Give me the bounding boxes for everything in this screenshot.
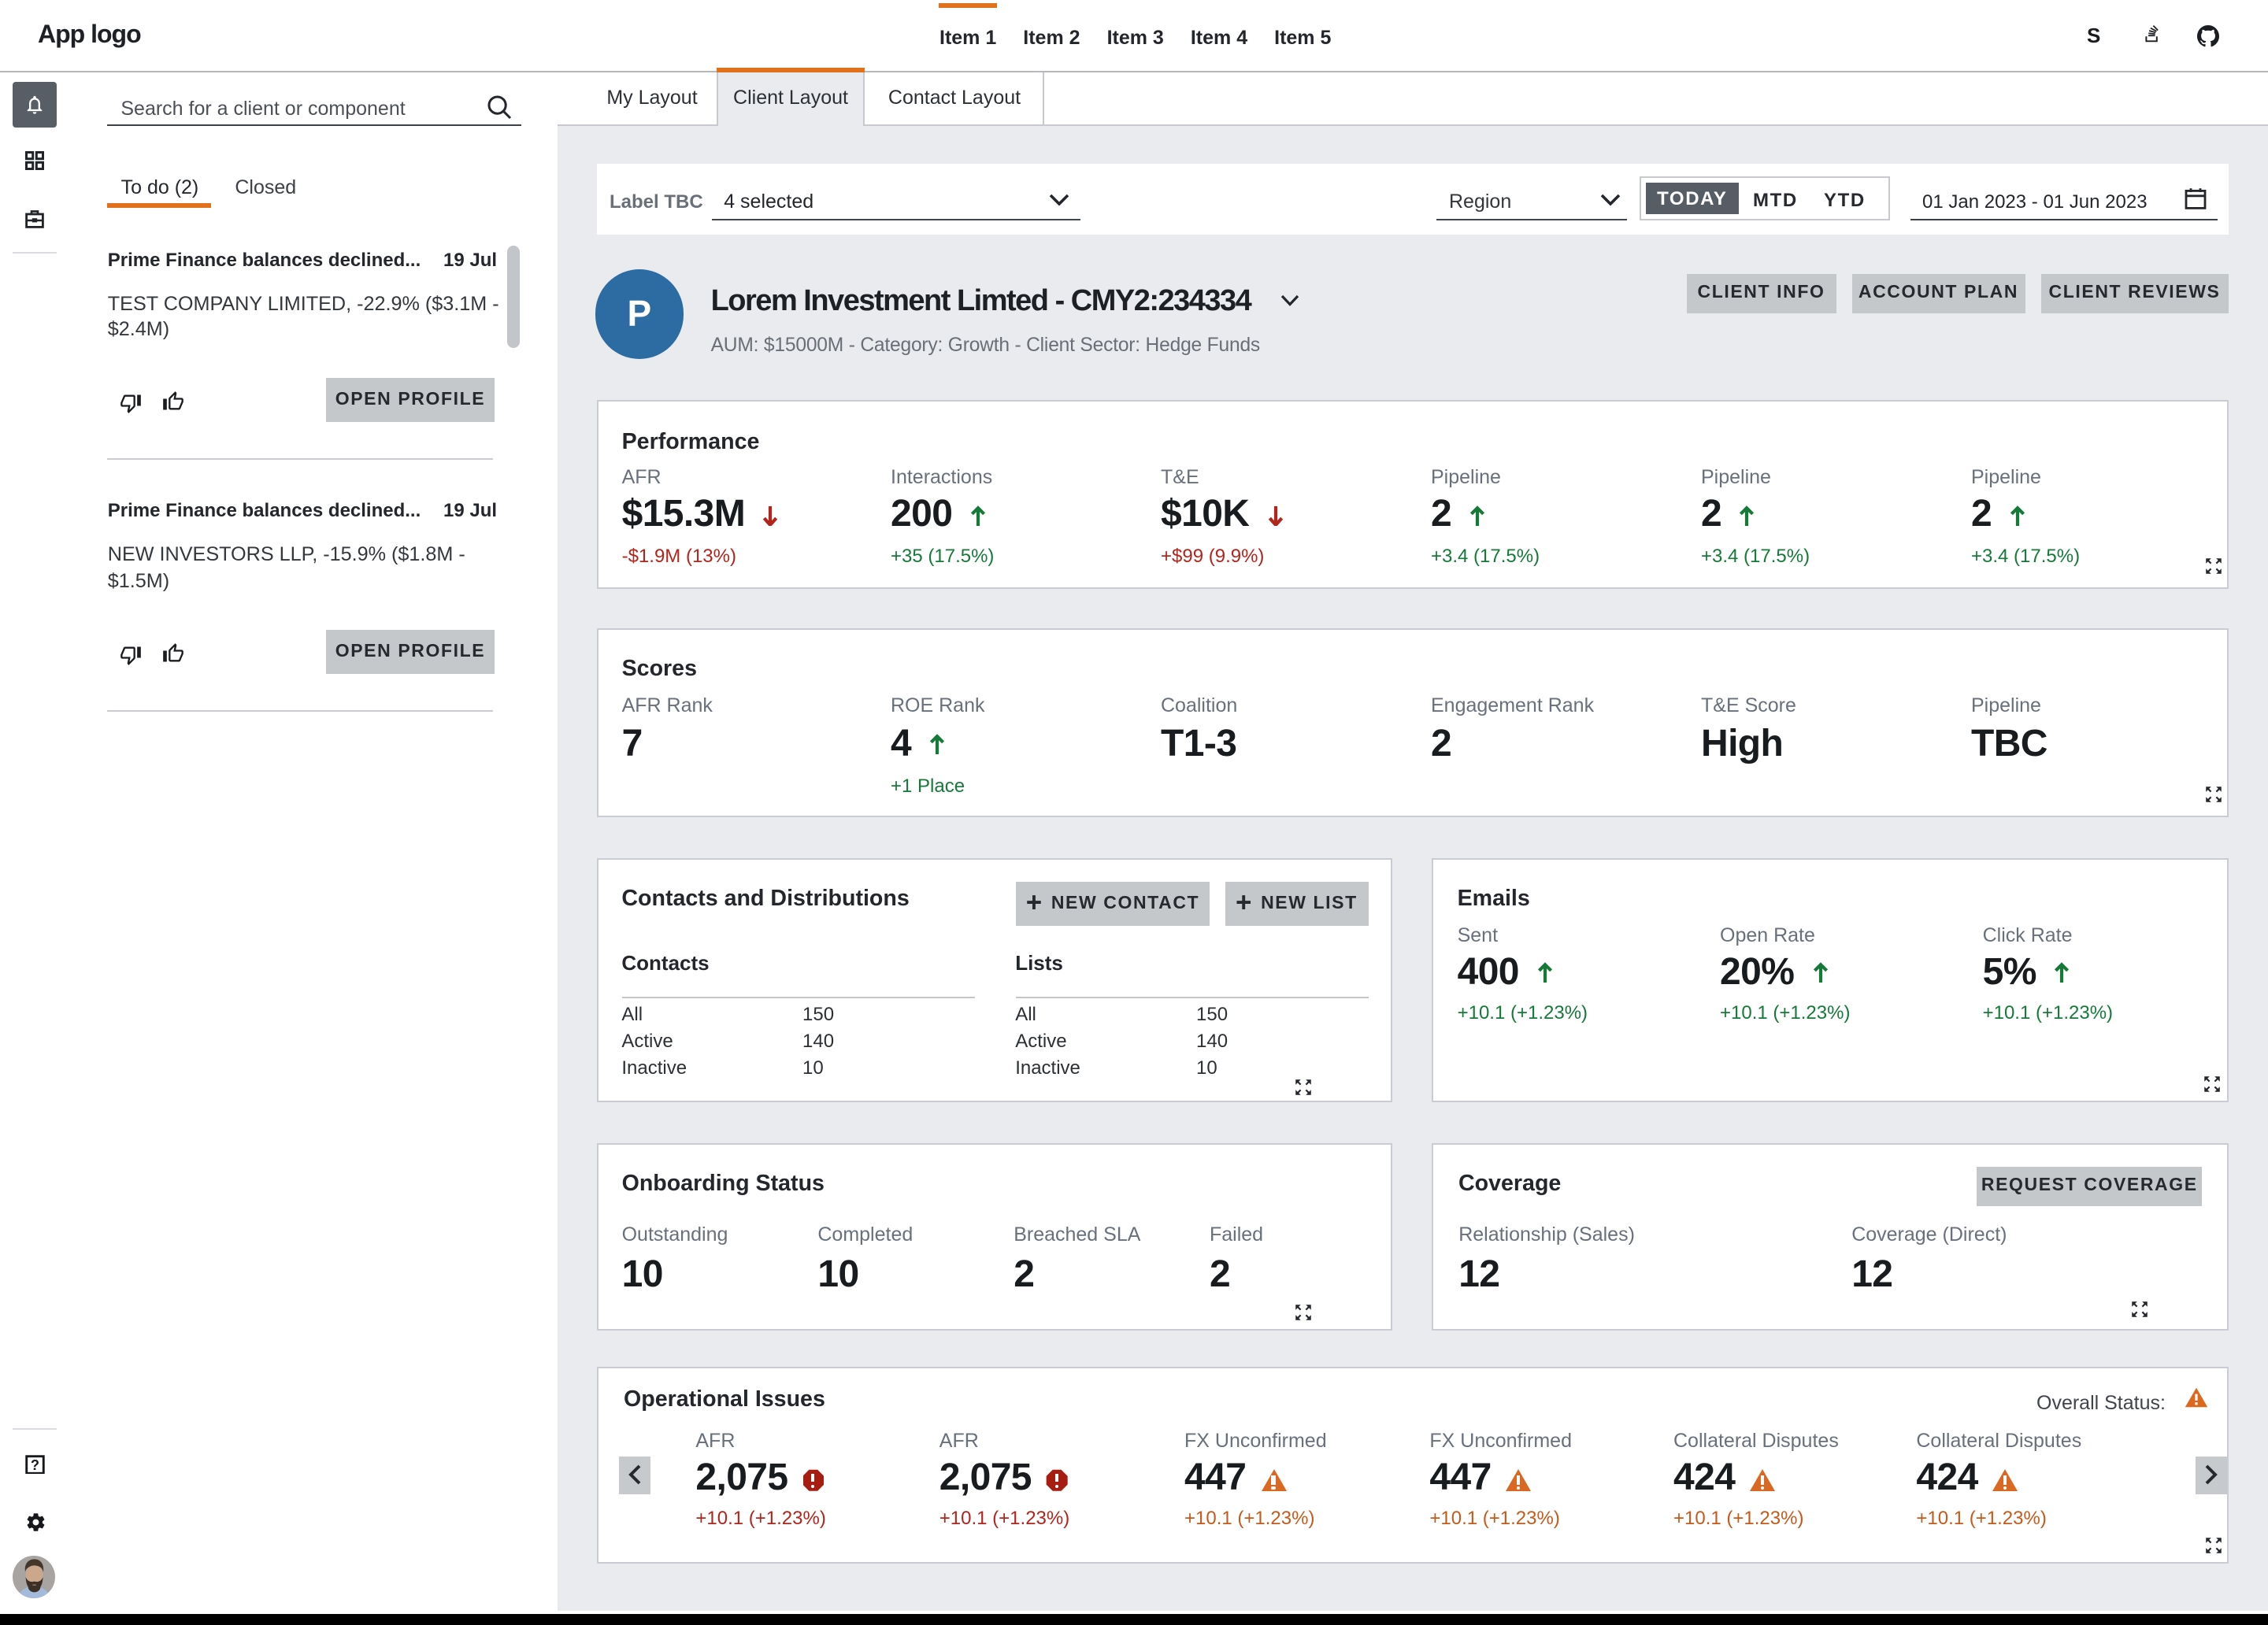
svg-text:?: ? [31, 1456, 39, 1472]
